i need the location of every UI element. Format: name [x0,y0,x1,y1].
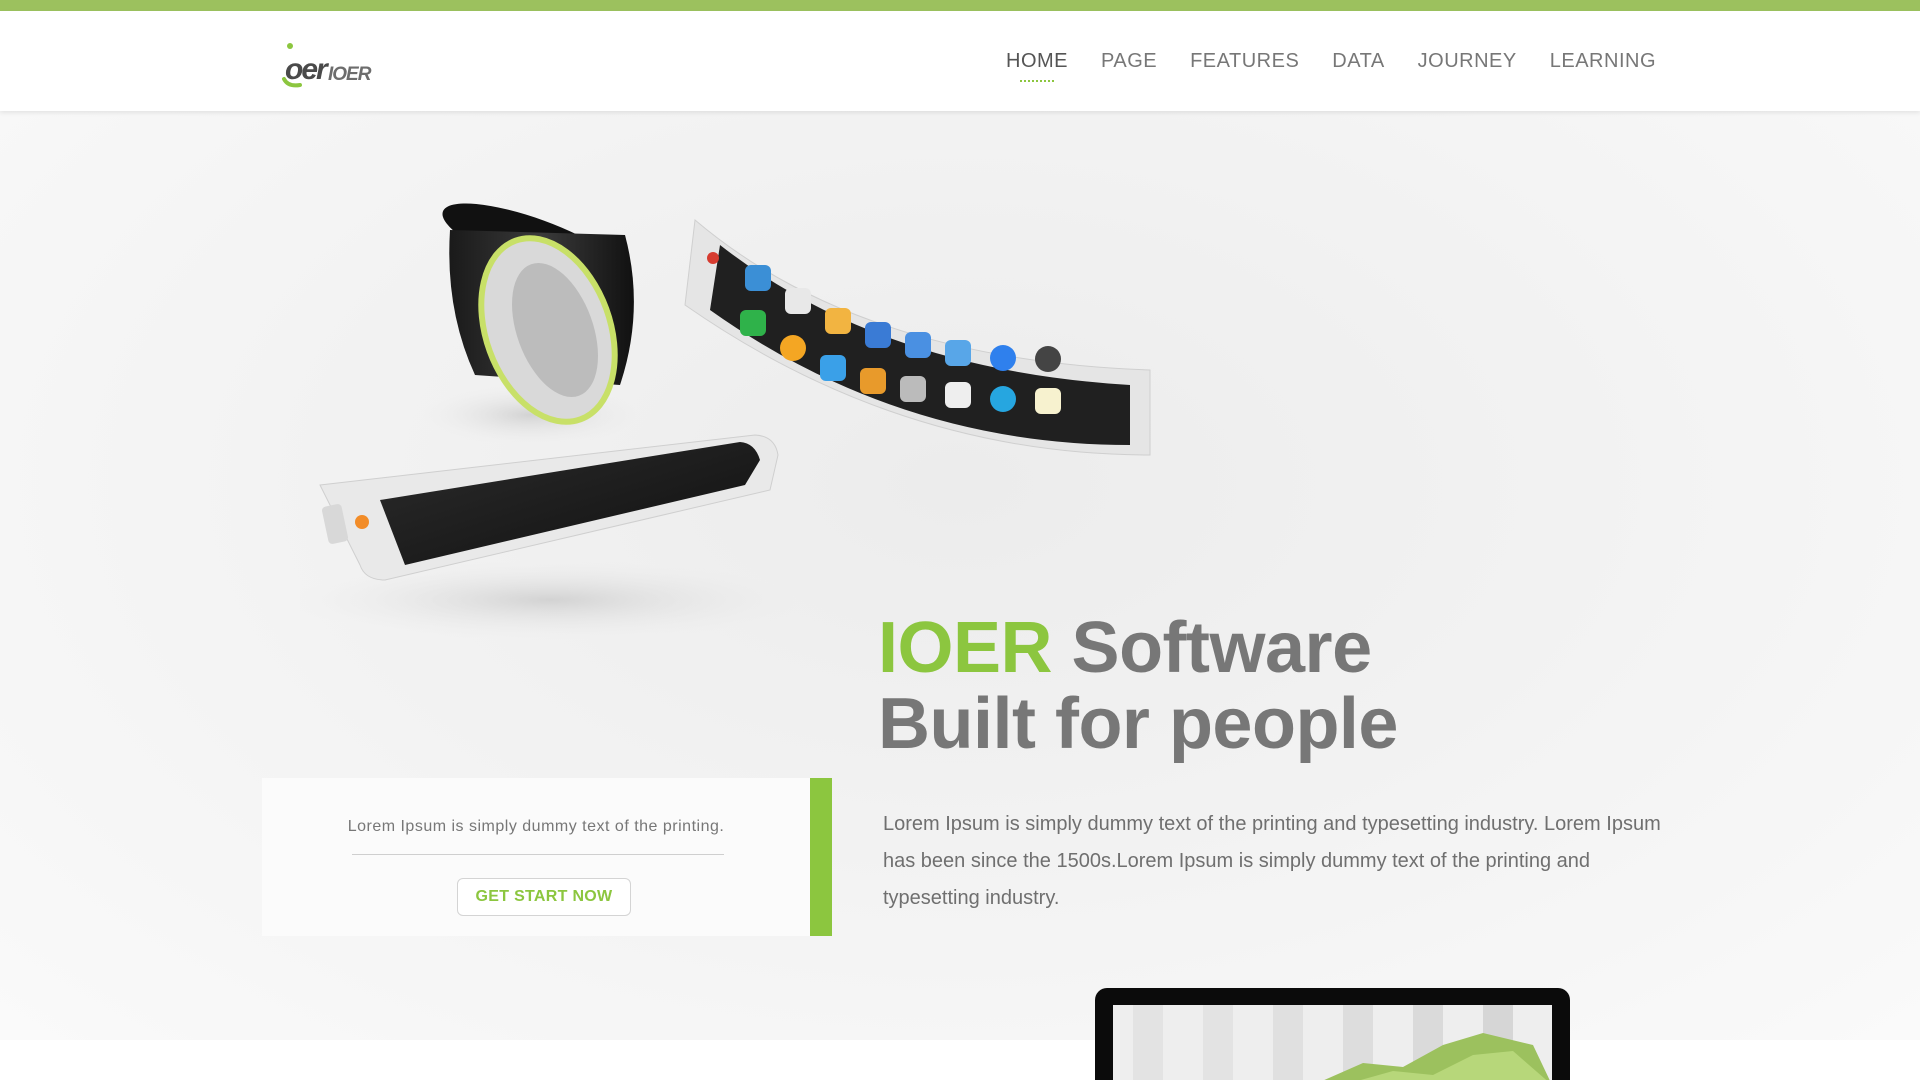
cta-card: Lorem Ipsum is simply dummy text of the … [262,778,832,936]
nav-page[interactable]: PAGE [1101,50,1157,73]
monitor-preview-image [1095,988,1570,1080]
cta-text: Lorem Ipsum is simply dummy text of the … [347,818,725,835]
headline-accent: IOER [878,608,1053,688]
nav-features[interactable]: FEATURES [1190,50,1299,73]
nav-data[interactable]: DATA [1332,50,1384,73]
flat-phone-device [300,434,810,640]
logo-wordmark: IOER [328,64,371,85]
svg-text:oer: oer [285,53,330,86]
get-start-now-button[interactable]: GET START NOW [457,878,631,916]
hero-headline: IOER Software Built for people [878,610,1398,762]
hero-description: Lorem Ipsum is simply dummy text of the … [883,813,1661,909]
cta-accent-bar [810,778,832,936]
site-header: oer IOER HOME PAGE FEATURES DATA JOURNEY… [0,11,1920,111]
hero-devices-image [300,203,1151,640]
bracelet-device [420,203,640,445]
nav-journey[interactable]: JOURNEY [1418,50,1517,73]
nav-home[interactable]: HOME [1006,50,1068,82]
next-section-background [0,1040,1920,1080]
nav-learning[interactable]: LEARNING [1550,50,1656,73]
site-logo[interactable]: oer IOER [280,35,380,95]
main-nav: HOME PAGE FEATURES DATA JOURNEY LEARNING [1006,50,1656,82]
headline-word: Software [1071,608,1373,688]
monitor-screen [1113,1005,1552,1080]
cta-divider [352,854,724,855]
curved-phone-device [684,219,1151,456]
headline-line2: Built for people [878,684,1398,764]
area-chart-illustration [1133,1005,1550,1080]
top-accent-bar [0,0,1920,11]
